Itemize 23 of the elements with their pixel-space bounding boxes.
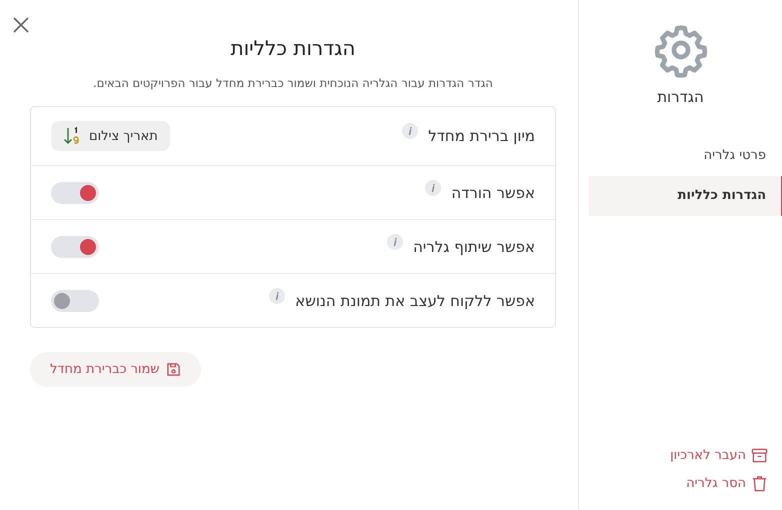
info-icon[interactable] [269,288,286,304]
page-description: הגדר הגדרות עבור הגלריה הנוכחית ושמור כברירת מחדל עבור הפרויקטים הבאים. [93,76,493,90]
setting-label: אפשר ללקוח לעצב את תמונת הנושא [295,292,535,310]
sidebar-item[interactable]: פרטי גלריה [589,136,782,176]
toggle-switch[interactable] [51,236,99,258]
sidebar-title: הגדרות [657,88,704,106]
info-icon[interactable] [387,234,404,250]
toggle-switch[interactable] [51,290,99,312]
sidebar-action-link[interactable]: הסר גלריה [579,472,768,494]
trash-icon [751,474,768,492]
setting-label: אפשר שיתוף גלריה [413,238,535,256]
info-icon[interactable] [425,180,442,196]
close-icon[interactable] [12,16,30,34]
sort-select[interactable]: תאריך צילום [51,121,170,151]
setting-label: מיון ברירת מחדל [428,127,535,145]
sidebar-action-link[interactable]: העבר לארכיון [579,444,768,466]
save-default-button[interactable]: שמור כברירת מחדל [30,352,201,387]
setting-label: אפשר הורדה [451,184,535,202]
info-icon[interactable] [402,123,418,139]
page-title: הגדרות כלליות [230,36,356,60]
archive-icon [751,446,768,464]
toggle-switch[interactable] [51,182,99,204]
sidebar-item[interactable]: הגדרות כלליות [589,176,782,216]
